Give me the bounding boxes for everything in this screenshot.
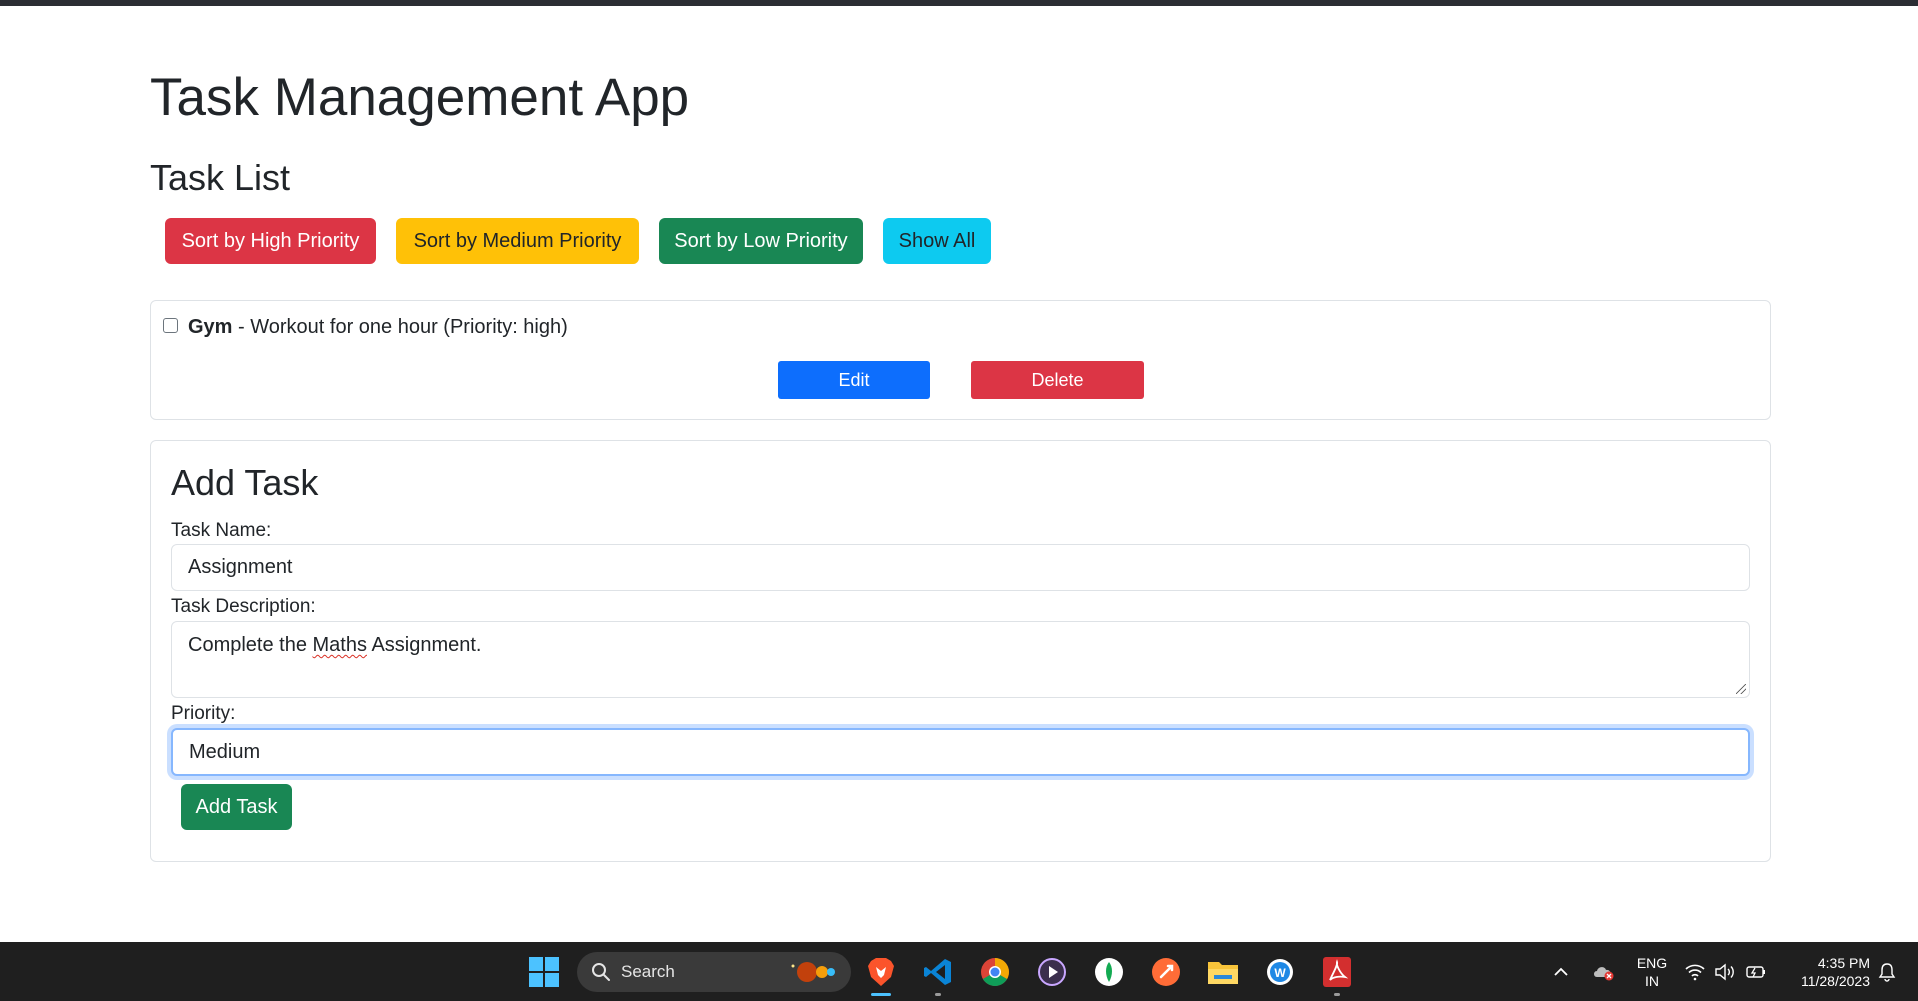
taskbar-search[interactable]: Search — [577, 952, 851, 992]
task-text: Gym - Workout for one hour (Priority: hi… — [188, 314, 568, 340]
priority-select[interactable]: Medium — [171, 728, 1750, 776]
postman-icon[interactable] — [1148, 954, 1184, 990]
brave-browser-icon[interactable] — [863, 954, 899, 996]
windows-taskbar: Search W ENG IN 4:35 PM 11/28/2023 — [0, 942, 1918, 1001]
add-task-heading: Add Task — [171, 462, 319, 503]
show-hidden-icons-chevron-icon[interactable] — [1552, 942, 1570, 1001]
svg-text:W: W — [1274, 966, 1286, 980]
wifi-icon[interactable] — [1684, 942, 1706, 1001]
clock-time: 4:35 PM — [1817, 954, 1870, 971]
page-title: Task Management App — [150, 68, 690, 127]
add-task-form: Add Task Task Name: Assignment Task Desc… — [150, 440, 1771, 862]
chrome-icon[interactable] — [977, 954, 1013, 990]
task-name-label: Task Name: — [171, 520, 272, 541]
battery-charging-icon[interactable] — [1744, 942, 1768, 1001]
volume-icon[interactable] — [1714, 942, 1736, 1001]
task-name-value: Assignment — [188, 556, 293, 578]
add-task-button[interactable]: Add Task — [181, 784, 292, 830]
search-placeholder: Search — [621, 962, 675, 981]
vscode-icon[interactable] — [920, 954, 956, 996]
search-icon — [592, 963, 610, 981]
task-detail: - Workout for one hour (Priority: high) — [232, 316, 568, 338]
task-description-value: Complete the Maths Assignment. — [188, 634, 482, 656]
onedrive-error-icon[interactable] — [1592, 942, 1616, 1001]
task-name-input[interactable]: Assignment — [171, 544, 1750, 591]
task-complete-checkbox[interactable] — [163, 318, 178, 333]
acrobat-icon[interactable] — [1319, 954, 1355, 996]
media-player-icon[interactable] — [1034, 954, 1070, 990]
notification-bell-icon[interactable] — [1878, 942, 1896, 1001]
priority-value: Medium — [189, 740, 261, 763]
word-app-icon[interactable]: W — [1262, 954, 1298, 990]
spellcheck-word: Maths — [312, 634, 367, 656]
sort-high-button[interactable]: Sort by High Priority — [165, 218, 376, 264]
delete-task-button[interactable]: Delete — [971, 361, 1144, 399]
file-explorer-icon[interactable] — [1205, 954, 1241, 990]
search-highlight-icon — [791, 962, 835, 982]
task-description-textarea[interactable]: Complete the Maths Assignment. — [171, 621, 1750, 698]
edit-task-button[interactable]: Edit — [778, 361, 930, 399]
task-item: Gym - Workout for one hour (Priority: hi… — [150, 300, 1771, 420]
task-list-heading: Task List — [150, 157, 291, 198]
resize-handle-icon[interactable] — [1736, 684, 1746, 694]
priority-label: Priority: — [171, 703, 236, 724]
task-description-label: Task Description: — [171, 596, 316, 617]
show-all-button[interactable]: Show All — [883, 218, 991, 264]
input-language-indicator[interactable]: ENG IN — [1632, 942, 1672, 1001]
sort-medium-button[interactable]: Sort by Medium Priority — [396, 218, 639, 264]
window-top-border — [0, 0, 1918, 6]
mongodb-compass-icon[interactable] — [1091, 954, 1127, 990]
system-clock[interactable]: 4:35 PM 11/28/2023 — [1786, 942, 1870, 1001]
sort-low-button[interactable]: Sort by Low Priority — [659, 218, 863, 264]
clock-date: 11/28/2023 — [1800, 972, 1870, 989]
windows-start-icon[interactable] — [526, 954, 562, 990]
task-name: Gym — [188, 316, 233, 338]
